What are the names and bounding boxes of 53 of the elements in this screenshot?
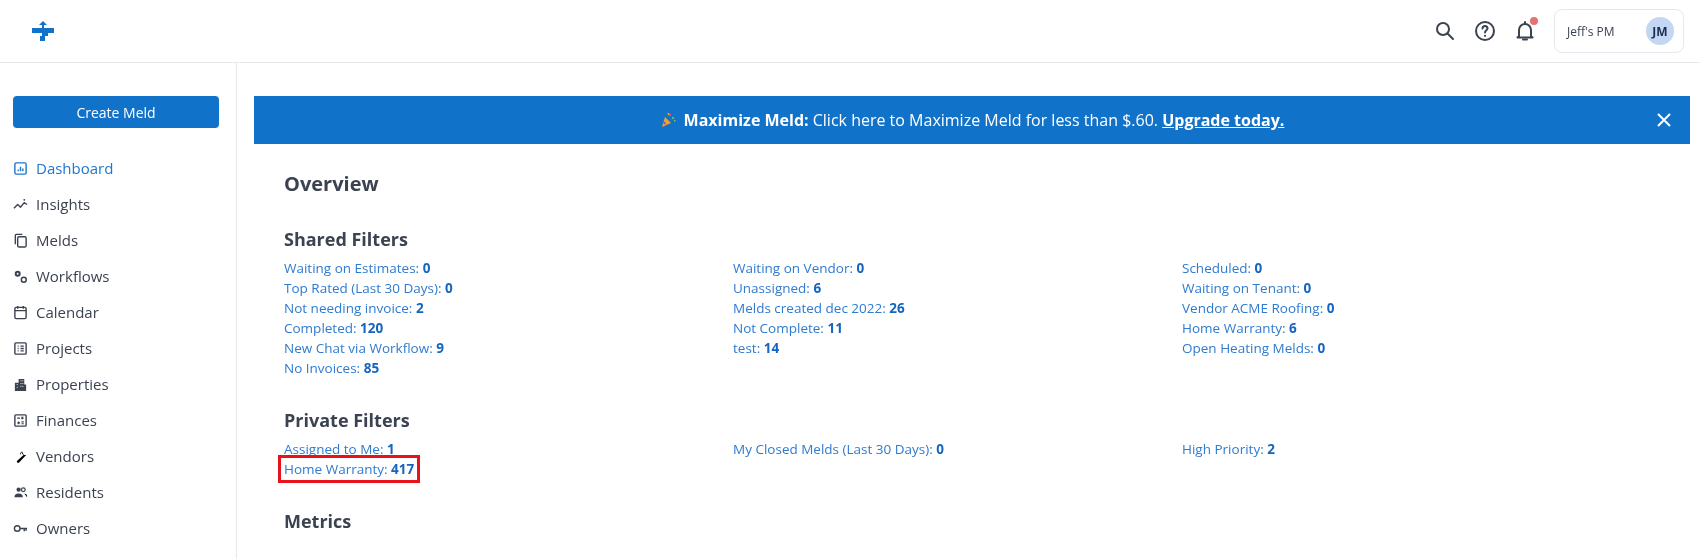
help-icon[interactable] bbox=[1474, 20, 1496, 42]
bell-icon[interactable] bbox=[1514, 20, 1536, 42]
sidebar-item[interactable]: Finances bbox=[36, 410, 98, 430]
sidebar-item[interactable]: Owners bbox=[36, 518, 91, 538]
calendar-icon bbox=[13, 304, 28, 320]
filter-link[interactable]: Scheduled: 0 bbox=[1182, 258, 1263, 278]
filter-link[interactable]: Assigned to Me: 1 bbox=[284, 439, 395, 459]
filter-link[interactable]: Not Complete: 11 bbox=[733, 318, 843, 338]
page-title: Overview bbox=[284, 170, 380, 197]
chart-icon bbox=[13, 160, 28, 176]
upgrade-link[interactable]: Upgrade today. bbox=[1162, 109, 1285, 131]
avatar: JM bbox=[1646, 17, 1674, 45]
filter-link[interactable]: test: 14 bbox=[733, 338, 780, 358]
list-icon bbox=[13, 340, 28, 356]
search-icon[interactable] bbox=[1434, 20, 1456, 42]
filter-link[interactable]: Completed: 120 bbox=[284, 318, 384, 338]
section-title: Metrics bbox=[284, 509, 353, 533]
section-title: Private Filters bbox=[284, 408, 411, 432]
filter-link[interactable]: My Closed Melds (Last 30 Days): 0 bbox=[733, 439, 945, 459]
filter-link[interactable]: Home Warranty: 6 bbox=[1182, 318, 1297, 338]
filter-link[interactable]: New Chat via Workflow: 9 bbox=[284, 338, 444, 358]
sidebar-item[interactable]: Calendar bbox=[36, 302, 99, 322]
people-icon bbox=[13, 484, 28, 500]
filter-link[interactable]: Top Rated (Last 30 Days): 0 bbox=[284, 278, 453, 298]
sidebar-item[interactable]: Dashboard bbox=[36, 158, 114, 178]
sidebar-item[interactable]: Projects bbox=[36, 338, 93, 358]
logo-icon[interactable] bbox=[32, 21, 54, 41]
copy-icon bbox=[13, 232, 28, 248]
building-icon bbox=[13, 376, 28, 392]
upgrade-banner[interactable]: Maximize Meld: Click here to Maximize Meld for less than $.60. Upgrade today. bbox=[254, 96, 1690, 144]
banner-message: Maximize Meld: Click here to Maximize Meld for less than $.60. Upgrade today. bbox=[683, 109, 1285, 131]
sidebar-item[interactable]: Insights bbox=[36, 194, 91, 214]
account-menu[interactable]: Jeff's PM JM bbox=[1554, 9, 1684, 53]
trend-line-icon bbox=[13, 196, 28, 212]
filter-link[interactable]: High Priority: 2 bbox=[1182, 439, 1275, 459]
filter-link[interactable]: Waiting on Vendor: 0 bbox=[733, 258, 865, 278]
sidebar-item[interactable]: Melds bbox=[36, 230, 79, 250]
calculator-icon bbox=[13, 412, 28, 428]
filter-link[interactable]: Vendor ACME Roofing: 0 bbox=[1182, 298, 1335, 318]
sidebar-item[interactable]: Vendors bbox=[36, 446, 95, 466]
sidebar-item[interactable]: Workflows bbox=[36, 266, 110, 286]
section-title: Shared Filters bbox=[284, 227, 409, 251]
filter-link[interactable]: Not needing invoice: 2 bbox=[284, 298, 424, 318]
sidebar-item[interactable]: Properties bbox=[36, 374, 109, 394]
filter-link[interactable]: No Invoices: 85 bbox=[284, 358, 380, 378]
create-meld-button[interactable]: Create Meld bbox=[13, 96, 219, 128]
filter-link[interactable]: Open Heating Melds: 0 bbox=[1182, 338, 1326, 358]
party-popper-icon bbox=[659, 112, 676, 128]
filter-link[interactable]: Unassigned: 6 bbox=[733, 278, 822, 298]
sidebar-item[interactable]: Residents bbox=[36, 482, 104, 502]
filter-link[interactable]: Melds created dec 2022: 26 bbox=[733, 298, 905, 318]
filter-link[interactable]: Waiting on Tenant: 0 bbox=[1182, 278, 1312, 298]
filter-link[interactable]: Waiting on Estimates: 0 bbox=[284, 258, 431, 278]
